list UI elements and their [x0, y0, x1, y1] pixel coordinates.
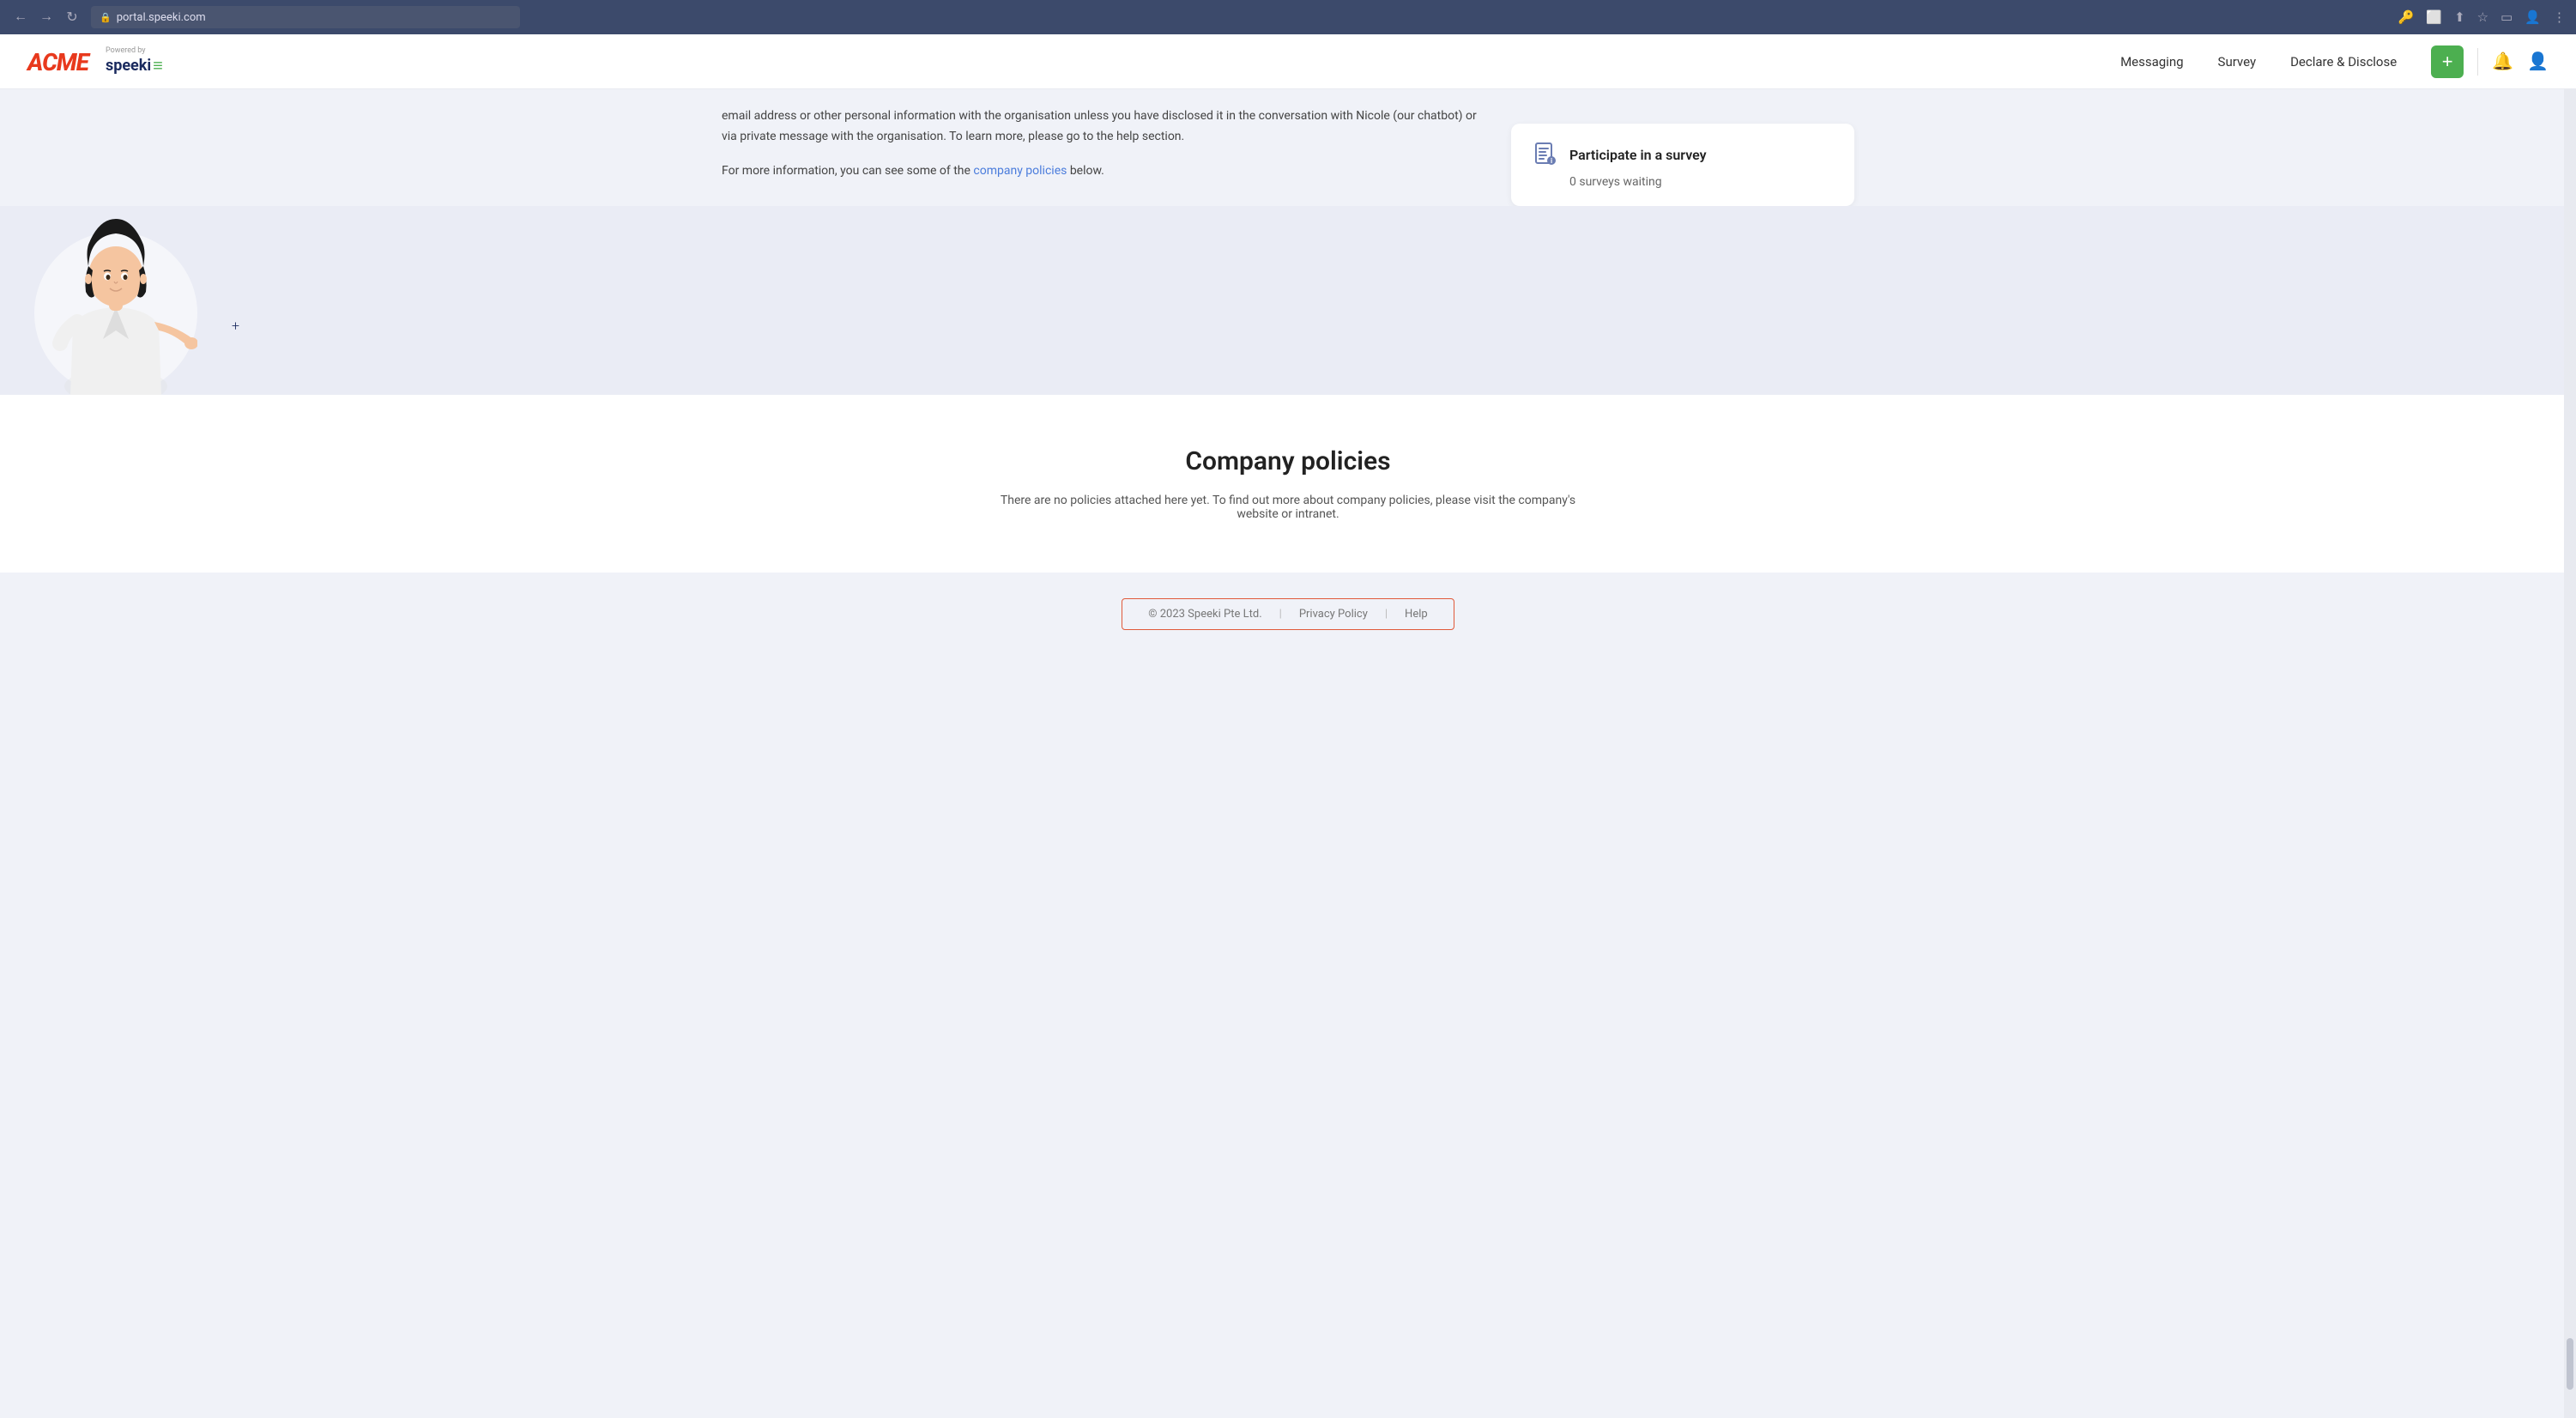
- footer-separator-2: |: [1385, 608, 1388, 621]
- declare-disclose-nav-item[interactable]: Declare & Disclose: [2290, 54, 2397, 70]
- scrollbar-thumb[interactable]: [2567, 1338, 2573, 1390]
- policies-text-prefix: For more information, you can see some o…: [722, 164, 973, 178]
- footer-inner: © 2023 Speeki Pte Ltd. | Privacy Policy …: [1122, 598, 1454, 630]
- survey-card: i Participate in a survey 0 surveys wait…: [1511, 124, 1854, 206]
- survey-count: 0 surveys waiting: [1532, 175, 1834, 189]
- footer-separator-1: |: [1279, 608, 1282, 621]
- lock-icon: 🔒: [100, 12, 112, 23]
- top-section: email address or other personal informat…: [687, 89, 1889, 206]
- page-layout: email address or other personal informat…: [0, 89, 2576, 1418]
- header-actions: + 🔔 👤: [2431, 45, 2549, 78]
- messaging-nav-item[interactable]: Messaging: [2120, 54, 2183, 70]
- privacy-policy-link[interactable]: Privacy Policy: [1299, 608, 1368, 621]
- key-icon[interactable]: 🔑: [2398, 9, 2415, 25]
- company-policies-link[interactable]: company policies: [973, 164, 1067, 178]
- speeki-logo-container: Powered by speeki ≡: [106, 46, 163, 76]
- menu-icon[interactable]: ⋮: [2553, 9, 2566, 25]
- header-divider: [2477, 48, 2478, 76]
- survey-nav-item[interactable]: Survey: [2218, 54, 2257, 70]
- survey-icon: i: [1532, 141, 1559, 168]
- lightning-icon: ≡: [153, 55, 163, 76]
- app-header: ACME Powered by speeki ≡ Messaging Surve…: [0, 34, 2576, 89]
- forward-button[interactable]: →: [36, 7, 57, 27]
- bell-icon: 🔔: [2492, 51, 2513, 72]
- survey-card-title: Participate in a survey: [1569, 147, 1707, 163]
- url-text: portal.speeki.com: [117, 11, 206, 24]
- policies-text: For more information, you can see some o…: [722, 161, 1477, 182]
- plus-decoration-3: +: [232, 318, 239, 334]
- scrollbar[interactable]: [2564, 89, 2576, 1418]
- policies-section: Company policies There are no policies a…: [0, 395, 2576, 573]
- back-button[interactable]: ←: [10, 7, 31, 27]
- share-icon[interactable]: ⬆: [2454, 9, 2465, 25]
- add-button[interactable]: +: [2431, 45, 2464, 78]
- policies-text-suffix: below.: [1067, 164, 1104, 178]
- policies-title: Company policies: [34, 446, 2542, 476]
- profile-icon[interactable]: 👤: [2525, 9, 2541, 25]
- copyright-text: © 2023 Speeki Pte Ltd.: [1148, 608, 1261, 621]
- help-link[interactable]: Help: [1405, 608, 1428, 621]
- speeki-logo: speeki ≡: [106, 55, 163, 76]
- refresh-button[interactable]: ↻: [62, 7, 82, 27]
- user-profile-button[interactable]: 👤: [2527, 51, 2549, 72]
- survey-card-header: i Participate in a survey: [1532, 141, 1834, 168]
- browser-actions: 🔑 ⬜ ⬆ ☆ ▭ 👤 ⋮: [2398, 9, 2566, 25]
- acme-logo: ACME: [27, 48, 88, 76]
- acme-logo-container: ACME: [27, 48, 88, 76]
- avatar-section: + + +: [0, 206, 2576, 395]
- logo-section: ACME Powered by speeki ≡: [27, 46, 163, 76]
- notification-bell-button[interactable]: 🔔: [2492, 51, 2513, 72]
- footer: © 2023 Speeki Pte Ltd. | Privacy Policy …: [0, 573, 2576, 656]
- text-column: email address or other personal informat…: [722, 106, 1477, 206]
- sidebar-icon[interactable]: ▭: [2500, 9, 2513, 25]
- external-link-icon[interactable]: ⬜: [2426, 9, 2442, 25]
- avatar-bubble: [34, 232, 197, 395]
- avatar-container: + + +: [34, 232, 197, 395]
- browser-chrome: ← → ↻ 🔒 portal.speeki.com 🔑 ⬜ ⬆ ☆ ▭ 👤 ⋮: [0, 0, 2576, 34]
- policies-description: There are no policies attached here yet.…: [988, 494, 1588, 521]
- header-nav: Messaging Survey Declare & Disclose: [2120, 54, 2397, 70]
- powered-by-text: Powered by: [106, 46, 163, 55]
- browser-nav-buttons: ← → ↻: [10, 7, 82, 27]
- user-icon: 👤: [2527, 51, 2549, 72]
- bookmark-icon[interactable]: ☆: [2477, 9, 2488, 25]
- svg-text:i: i: [1551, 157, 1552, 165]
- address-bar[interactable]: 🔒 portal.speeki.com: [91, 6, 520, 28]
- privacy-text: email address or other personal informat…: [722, 106, 1477, 148]
- right-column: i Participate in a survey 0 surveys wait…: [1511, 106, 1854, 206]
